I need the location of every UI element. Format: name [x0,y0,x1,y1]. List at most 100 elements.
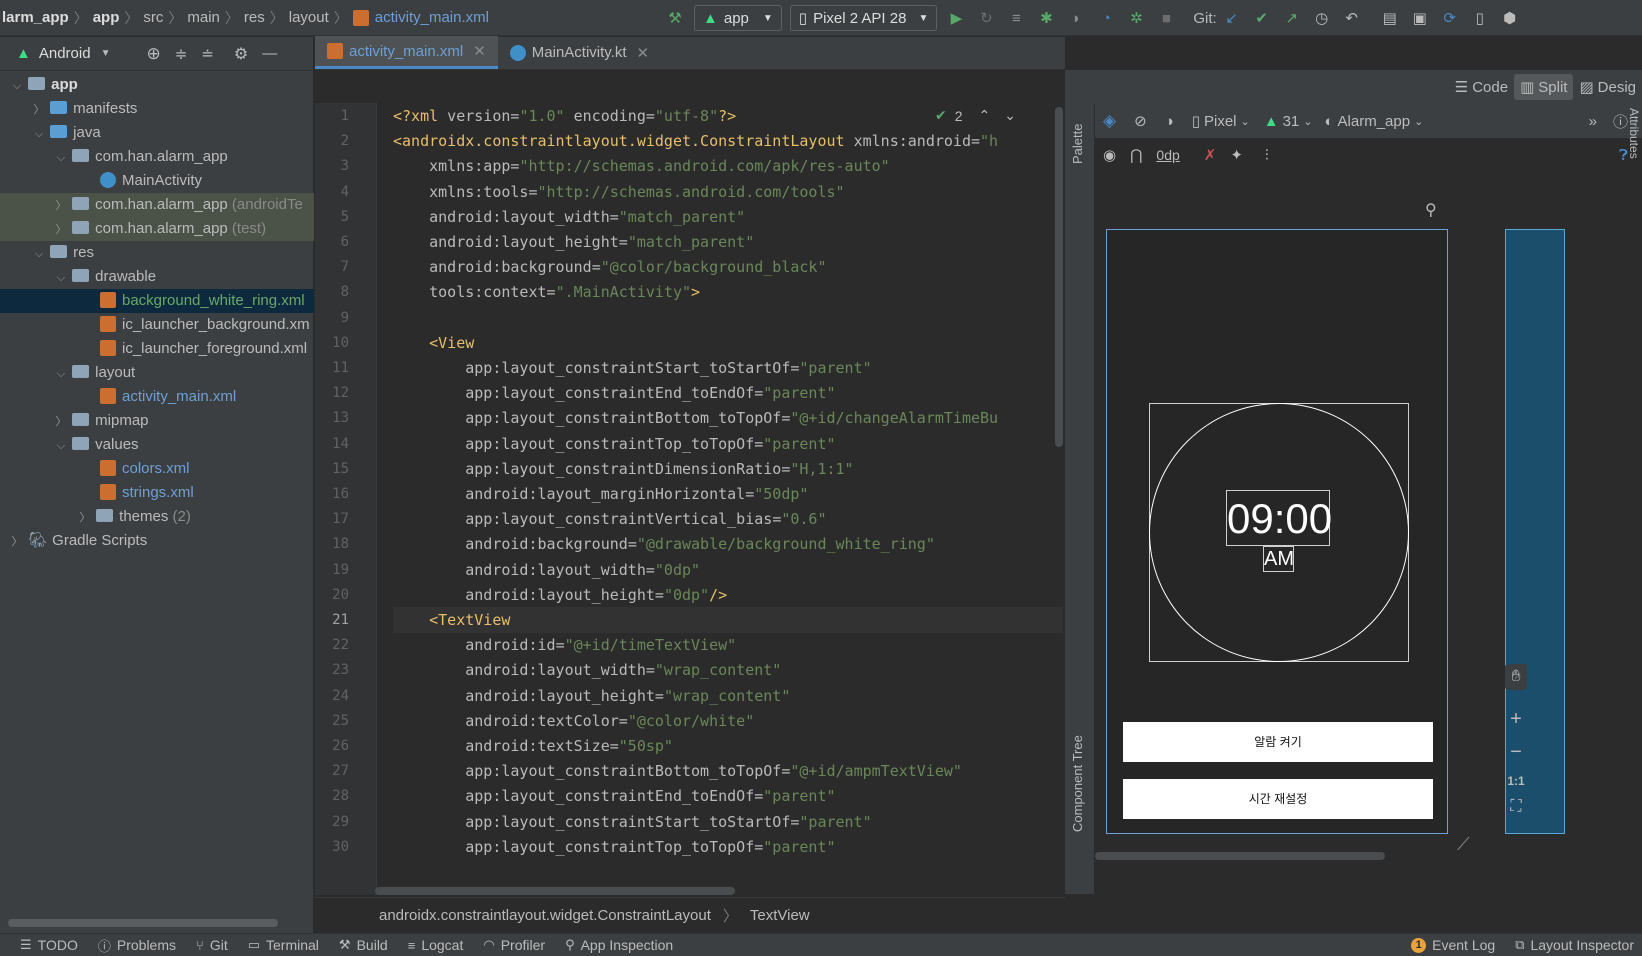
terminal-tool-button[interactable]: ▭ Terminal [248,937,319,953]
event-log-tool-button[interactable]: 1 Event Log [1411,937,1495,953]
attach-debugger-icon[interactable]: ✲ [1125,7,1147,29]
code-line[interactable]: android:layout_width="match_parent" [393,204,1063,230]
chevron-down-icon[interactable]: ⌄ [1004,107,1016,124]
run-icon[interactable]: ▶ [945,7,967,29]
tree-item-package-main[interactable]: ⌵ com.han.alarm_app [0,145,314,169]
code-line[interactable]: android:background="@drawable/background… [393,531,1063,557]
close-icon[interactable]: ✕ [473,42,486,60]
tree-item-colors[interactable]: colors.xml [0,457,314,481]
time-text-view[interactable]: 09:00 [1226,490,1332,546]
night-mode-icon[interactable]: ◑ [1165,113,1174,130]
ampm-text-view[interactable]: AM [1263,546,1294,572]
alarm-on-button[interactable]: 알람 켜기 [1123,722,1433,762]
problems-tool-button[interactable]: ⓘ Problems [98,936,176,955]
todo-tool-button[interactable]: ☰ TODO [20,937,78,953]
locate-icon[interactable]: ⊕ [146,44,160,64]
avd-manager-icon[interactable]: ▯ [1469,7,1491,29]
breadcrumb-module[interactable]: app [93,9,120,26]
attributes-tab[interactable]: Attributes [1625,108,1641,188]
code-line[interactable]: android:layout_height="match_parent" [393,229,1063,255]
code-line[interactable]: android:textColor="@color/white" [393,708,1063,734]
code-line[interactable]: android:id="@+id/timeTextView" [393,632,1063,658]
stop-icon[interactable]: ■ [1155,7,1177,29]
code-line[interactable]: app:layout_constraintTop_toTopOf="parent… [393,431,1063,457]
code-mode-button[interactable]: ☰ Code [1449,78,1514,97]
eye-icon[interactable]: ◉ [1103,146,1116,164]
code-line[interactable]: app:layout_constraintEnd_toEndOf="parent… [393,380,1063,406]
theme-select[interactable]: ◐ Alarm_app ⌄ [1324,113,1423,130]
change-alarm-time-button[interactable]: 시간 재설정 [1123,779,1433,819]
code-line[interactable]: xmlns:tools="http://schemas.android.com/… [393,179,1063,205]
build-tool-button[interactable]: ⚒ Build [339,937,388,953]
tree-item-activity-main[interactable]: activity_main.xml [0,385,314,409]
tab-activity-main[interactable]: activity_main.xml ✕ [315,36,498,69]
code-line[interactable]: android:layout_marginHorizontal="50dp" [393,481,1063,507]
close-icon[interactable]: ✕ [637,44,650,62]
magnet-icon[interactable]: ⋂ [1130,146,1142,164]
guidelines-icon[interactable]: ⫶ [1265,147,1269,164]
resize-handle-icon[interactable]: ⟋ [1457,834,1470,855]
gradle-sync-icon[interactable]: ⟳ [1439,7,1461,29]
design-horizontal-scrollbar[interactable] [1095,852,1385,860]
tree-item-ic-launcher-background[interactable]: ic_launcher_background.xm [0,313,314,337]
zoom-actual-size[interactable]: 1:1 [1507,774,1524,788]
zoom-fit-icon[interactable]: ⛶ [1510,798,1521,816]
code-line[interactable]: app:layout_constraintEnd_toEndOf="parent… [393,783,1063,809]
breadcrumb-layout[interactable]: layout [289,9,329,26]
tree-item-manifests[interactable]: 〉 manifests [0,97,314,121]
rerun-icon[interactable]: ↻ [975,7,997,29]
device-select[interactable]: ▯ Pixel 2 API 28 ▼ [789,5,938,31]
code-line[interactable]: <View [393,330,1063,356]
editor-breadcrumb-item[interactable]: TextView [750,907,810,924]
chevron-down-icon[interactable]: ▼ [101,48,111,59]
orientation-icon[interactable]: ⊘ [1134,112,1147,130]
collapse-all-icon[interactable]: ≐ [201,45,214,63]
api-select[interactable]: ▲ 31 ⌄ [1264,113,1313,130]
tree-item-background-white-ring[interactable]: background_white_ring.xml [0,289,314,313]
editor-vertical-scrollbar[interactable] [1055,107,1063,447]
code-line[interactable]: app:layout_constraintDimensionRatio="H,1… [393,456,1063,482]
tree-item-res[interactable]: ⌵ res [0,241,314,265]
breadcrumb-project[interactable]: larm_app [2,9,69,26]
code-line[interactable]: android:layout_width="0dp" [393,557,1063,583]
tree-item-mainactivity[interactable]: MainActivity [0,169,314,193]
component-tree-tab[interactable]: Component Tree [1070,724,1090,844]
device-select[interactable]: ▯ Pixel ⌄ [1192,112,1250,131]
code-line[interactable]: android:layout_height="0dp"/> [393,582,1063,608]
code-line[interactable]: app:layout_constraintTop_toTopOf="parent… [393,834,1063,860]
tree-item-themes[interactable]: 〉 themes (2) [0,505,314,529]
design-mode-button[interactable]: ▨ Desig [1573,78,1642,97]
project-view-select[interactable]: Android [39,45,91,62]
code-line[interactable]: app:layout_constraintVertical_bias="0.6" [393,506,1063,532]
logcat-tool-button[interactable]: ≡ Logcat [408,937,464,953]
plugin-icon[interactable]: ⬢ [1499,7,1521,29]
code-line[interactable]: android:layout_height="wrap_content" [393,683,1063,709]
inspection-widget[interactable]: ✔ 2 ⌃ ⌄ [935,107,1016,124]
chevron-up-icon[interactable]: ⌃ [979,107,991,124]
editor-breadcrumb-item[interactable]: androidx.constraintlayout.widget.Constra… [379,907,711,924]
tree-item-package-androidtest[interactable]: 〉 com.han.alarm_app (androidTe [0,193,314,217]
tree-item-app[interactable]: ⌵ app [0,73,314,97]
coverage-icon[interactable]: ◗ [1065,7,1087,29]
breadcrumb-res[interactable]: res [244,9,265,26]
tree-item-gradle-scripts[interactable]: 〉 🐘︎ Gradle Scripts [0,529,314,553]
sdk-manager-icon[interactable]: ▣ [1409,7,1431,29]
zoom-out-icon[interactable]: − [1510,741,1522,764]
code-line[interactable]: android:background="@color/background_bl… [393,254,1063,280]
run-config-select[interactable]: ▲ app ▼ [694,5,782,31]
tree-item-values[interactable]: ⌵ values [0,433,314,457]
code-line[interactable]: app:layout_constraintStart_toStartOf="pa… [393,809,1063,835]
tree-item-mipmap[interactable]: 〉 mipmap [0,409,314,433]
code-line[interactable]: <TextView [393,607,1063,633]
horizontal-scrollbar[interactable] [8,919,278,927]
code-line[interactable]: <androidx.constraintlayout.widget.Constr… [393,128,1063,154]
pin-icon[interactable]: ⚲ [1425,200,1437,220]
apply-changes-icon[interactable]: ≡ [1005,7,1027,29]
tree-item-ic-launcher-foreground[interactable]: ic_launcher_foreground.xml [0,337,314,361]
git-update-icon[interactable]: ↙ [1221,7,1243,29]
palette-tab[interactable]: Palette [1070,112,1090,176]
code-line[interactable]: tools:context=".MainActivity"> [393,279,1063,305]
history-icon[interactable]: ◷ [1311,7,1333,29]
editor-horizontal-scrollbar[interactable] [375,887,735,895]
git-commit-icon[interactable]: ✔ [1251,7,1273,29]
